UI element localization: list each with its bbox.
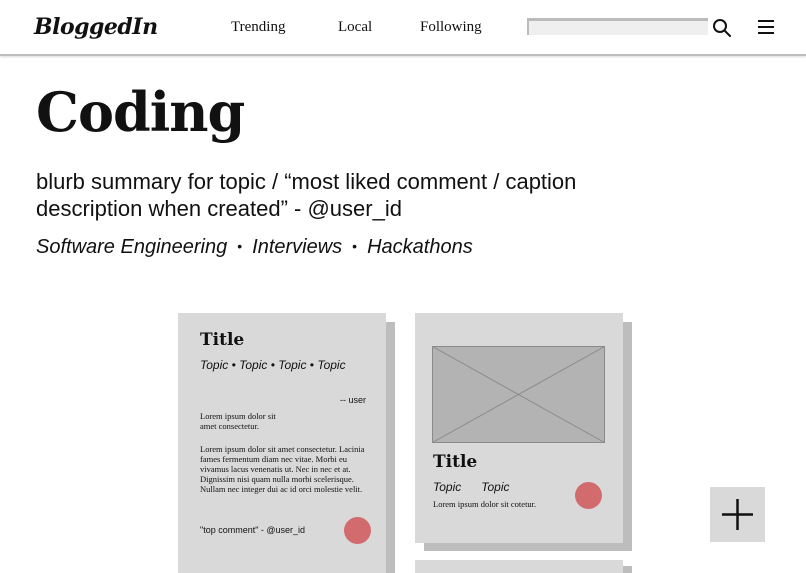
- hamburger-menu-icon[interactable]: [757, 19, 775, 35]
- topic-tags: Software Engineering • Interviews • Hackatho…: [36, 236, 473, 259]
- card-top-comment: "top comment" - @user_id: [200, 525, 306, 535]
- page-title: Coding: [36, 80, 245, 144]
- nav-trending[interactable]: Trending: [231, 19, 285, 36]
- topic-blurb: blurb summary for topic / “most liked co…: [36, 169, 577, 221]
- nav-following[interactable]: Following: [420, 19, 482, 36]
- tag-separator: •: [352, 238, 358, 254]
- post-card[interactable]: Title Topic • Topic • Topic • Topic -- u…: [178, 313, 386, 573]
- card-excerpt: Lorem ipsum dolor sit cotetur.: [433, 499, 537, 509]
- like-button[interactable]: [344, 517, 371, 544]
- tag-hackathons[interactable]: Hackathons: [367, 236, 473, 258]
- logo[interactable]: BloggedIn: [34, 14, 158, 40]
- image-placeholder-icon: [432, 346, 605, 443]
- post-card[interactable]: [415, 560, 623, 573]
- card-excerpt: Lorem ipsum dolor sit amet consectetur.: [200, 411, 276, 431]
- search-icon[interactable]: [712, 18, 732, 38]
- search-input[interactable]: [527, 18, 708, 35]
- card-body: Lorem ipsum dolor sit amet consectetur. …: [200, 444, 365, 494]
- card-title: Title: [200, 330, 245, 350]
- card-topics: Topic • Topic • Topic • Topic: [200, 358, 346, 372]
- nav-local[interactable]: Local: [338, 19, 372, 36]
- add-post-button[interactable]: [710, 487, 765, 542]
- like-button[interactable]: [575, 482, 602, 509]
- plus-icon: [722, 499, 753, 530]
- tag-software-engineering[interactable]: Software Engineering: [36, 236, 227, 258]
- top-nav-bar: BloggedIn Trending Local Following: [0, 0, 806, 56]
- post-card[interactable]: Title Topic Topic Lorem ipsum dolor sit …: [415, 313, 623, 543]
- card-topics: Topic Topic: [433, 480, 510, 494]
- card-title: Title: [433, 452, 478, 472]
- tag-interviews[interactable]: Interviews: [252, 236, 342, 258]
- card-author[interactable]: -- user: [340, 395, 366, 405]
- tag-separator: •: [237, 238, 243, 254]
